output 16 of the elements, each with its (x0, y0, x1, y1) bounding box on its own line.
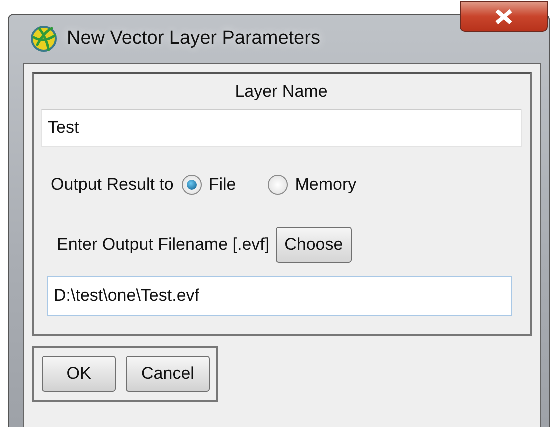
window-title: New Vector Layer Parameters (67, 28, 320, 50)
radio-button[interactable] (268, 175, 288, 195)
layer-name-field[interactable]: Test (41, 109, 522, 147)
choose-button[interactable]: Choose (276, 227, 352, 263)
close-icon (494, 8, 514, 24)
layer-name-label: Layer Name (235, 82, 328, 102)
filename-field[interactable]: D:\test\one\Test.evf (47, 276, 512, 316)
radio-label[interactable]: File (208, 175, 236, 195)
output-label: Output Result to (51, 175, 174, 195)
close-button[interactable] (460, 1, 548, 32)
radio-label[interactable]: Memory (295, 175, 357, 195)
radio-button[interactable] (182, 175, 202, 195)
ok-button[interactable]: OK (42, 356, 116, 392)
filename-label: Enter Output Filename [.evf] (57, 235, 270, 255)
globe-icon (29, 24, 59, 54)
cancel-button[interactable]: Cancel (126, 356, 210, 392)
